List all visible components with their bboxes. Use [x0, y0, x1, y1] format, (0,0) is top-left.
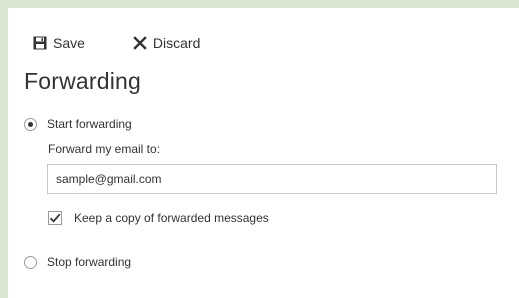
start-forwarding-radio[interactable] — [24, 117, 37, 131]
radio-selected-dot — [28, 121, 33, 127]
start-forwarding-option[interactable]: Start forwarding — [24, 117, 132, 131]
checkmark-icon — [49, 213, 61, 223]
page-title: Forwarding — [24, 68, 142, 94]
save-button[interactable]: Save — [33, 35, 85, 51]
stop-forwarding-radio[interactable] — [24, 255, 37, 269]
keep-copy-option[interactable]: Keep a copy of forwarded messages — [48, 211, 269, 225]
save-label: Save — [53, 35, 85, 51]
discard-button[interactable]: Discard — [133, 35, 200, 51]
forward-to-label: Forward my email to: — [48, 142, 161, 156]
forward-email-input[interactable] — [47, 164, 497, 194]
stop-forwarding-option[interactable]: Stop forwarding — [24, 255, 131, 269]
keep-copy-checkbox[interactable] — [48, 211, 62, 225]
discard-label: Discard — [152, 35, 201, 51]
toolbar: Save Discard — [33, 34, 200, 52]
start-forwarding-label: Start forwarding — [47, 117, 132, 131]
stop-forwarding-label: Stop forwarding — [47, 255, 132, 269]
keep-copy-label: Keep a copy of forwarded messages — [74, 211, 269, 225]
close-icon — [133, 36, 147, 50]
save-icon — [33, 36, 47, 50]
